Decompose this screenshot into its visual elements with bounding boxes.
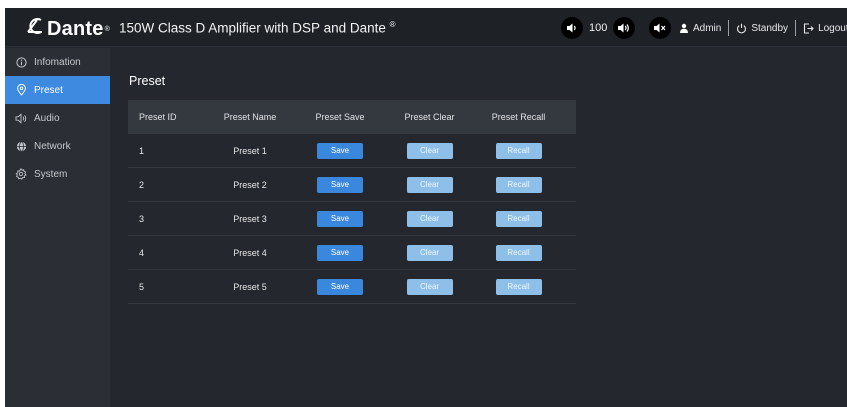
table-header: Preset ID Preset Name Preset Save Preset… [128,100,576,134]
preset-id: 1 [139,145,145,156]
preset-id: 5 [139,281,145,292]
preset-id: 3 [139,213,145,224]
sidebar-item-label: System [34,168,68,180]
table-row: 1 Preset 1 Save Clear Recall [128,134,576,168]
sidebar-item-audio[interactable]: Audio [5,104,110,132]
speaker-high-icon [618,23,630,33]
user-controls: Admin Standby Logout [679,20,847,36]
power-icon [736,23,747,34]
sidebar: Infomation Preset Audio Network System [5,48,110,407]
preset-name: Preset 1 [233,145,267,156]
preset-name: Preset 5 [233,281,267,292]
info-icon [14,56,28,68]
page-header-title: 150W Class D Amplifier with DSP and Dant… [119,20,396,36]
app-window: Dante ® 150W Class D Amplifier with DSP a… [5,8,847,407]
device-title: 150W Class D Amplifier with DSP and Dant… [119,20,386,36]
sidebar-item-infomation[interactable]: Infomation [5,48,110,76]
table-row: 4 Preset 4 Save Clear Recall [128,236,576,270]
sidebar-item-preset[interactable]: Preset [5,76,110,104]
header-divider [728,20,730,36]
sidebar-item-label: Audio [34,112,60,124]
gear-icon [14,168,28,180]
preset-name: Preset 4 [233,247,267,258]
save-button[interactable]: Save [317,142,363,159]
column-header-preset-save: Preset Save [315,112,365,122]
clear-button[interactable]: Clear [406,210,453,227]
standby-button[interactable]: Standby [751,23,788,34]
clear-button[interactable]: Clear [406,176,453,193]
main-content: Preset Preset ID Preset Name Preset Save… [111,48,847,407]
save-button[interactable]: Save [317,176,363,193]
volume-controls: 100 [561,17,672,39]
speaker-icon [14,112,28,124]
preset-id: 4 [139,247,145,258]
preset-table: Preset ID Preset Name Preset Save Preset… [128,100,576,304]
table-row: 5 Preset 5 Save Clear Recall [128,270,576,304]
globe-icon [14,141,28,152]
page-title: Preset [129,74,166,88]
sidebar-item-network[interactable]: Network [5,132,110,160]
column-header-preset-recall: Preset Recall [491,112,546,122]
user-icon [679,23,689,33]
recall-button[interactable]: Recall [495,176,542,193]
table-row: 2 Preset 2 Save Clear Recall [128,168,576,202]
table-row: 3 Preset 3 Save Clear Recall [128,202,576,236]
recall-button[interactable]: Recall [495,210,542,227]
logout-button[interactable]: Logout [818,23,847,34]
preset-name: Preset 3 [233,213,267,224]
sidebar-item-label: Network [34,140,71,152]
clear-button[interactable]: Clear [406,142,453,159]
sidebar-item-system[interactable]: System [5,160,110,188]
top-bar: Dante ® 150W Class D Amplifier with DSP a… [5,8,847,47]
save-button[interactable]: Save [317,244,363,261]
save-button[interactable]: Save [317,210,363,227]
volume-up-button[interactable] [613,17,636,39]
clear-button[interactable]: Clear [406,244,453,261]
preset-id: 2 [139,179,145,190]
save-button[interactable]: Save [317,278,363,295]
recall-button[interactable]: Recall [495,278,542,295]
volume-down-button[interactable] [561,17,583,39]
sidebar-item-label: Infomation [34,56,81,68]
admin-user-label[interactable]: Admin [693,23,721,34]
speaker-mute-icon [654,23,666,33]
logo-trademark: ® [104,25,110,33]
speaker-low-icon [567,23,576,33]
column-header-preset-clear: Preset Clear [404,112,455,122]
preset-name: Preset 2 [233,179,267,190]
recall-button[interactable]: Recall [495,244,542,261]
column-header-preset-id: Preset ID [139,112,177,122]
logout-icon [803,22,814,34]
sidebar-item-label: Preset [34,84,63,96]
column-header-preset-name: Preset Name [223,112,277,122]
location-pin-icon [14,84,28,96]
title-registered-mark: ® [389,20,396,29]
mute-button[interactable] [649,17,672,39]
dante-logo: Dante ® [25,17,110,41]
recall-button[interactable]: Recall [495,142,542,159]
clear-button[interactable]: Clear [406,278,453,295]
logo-text: Dante [47,17,104,40]
header-divider [795,20,797,36]
volume-level: 100 [589,22,608,34]
dante-logo-icon [25,17,45,41]
